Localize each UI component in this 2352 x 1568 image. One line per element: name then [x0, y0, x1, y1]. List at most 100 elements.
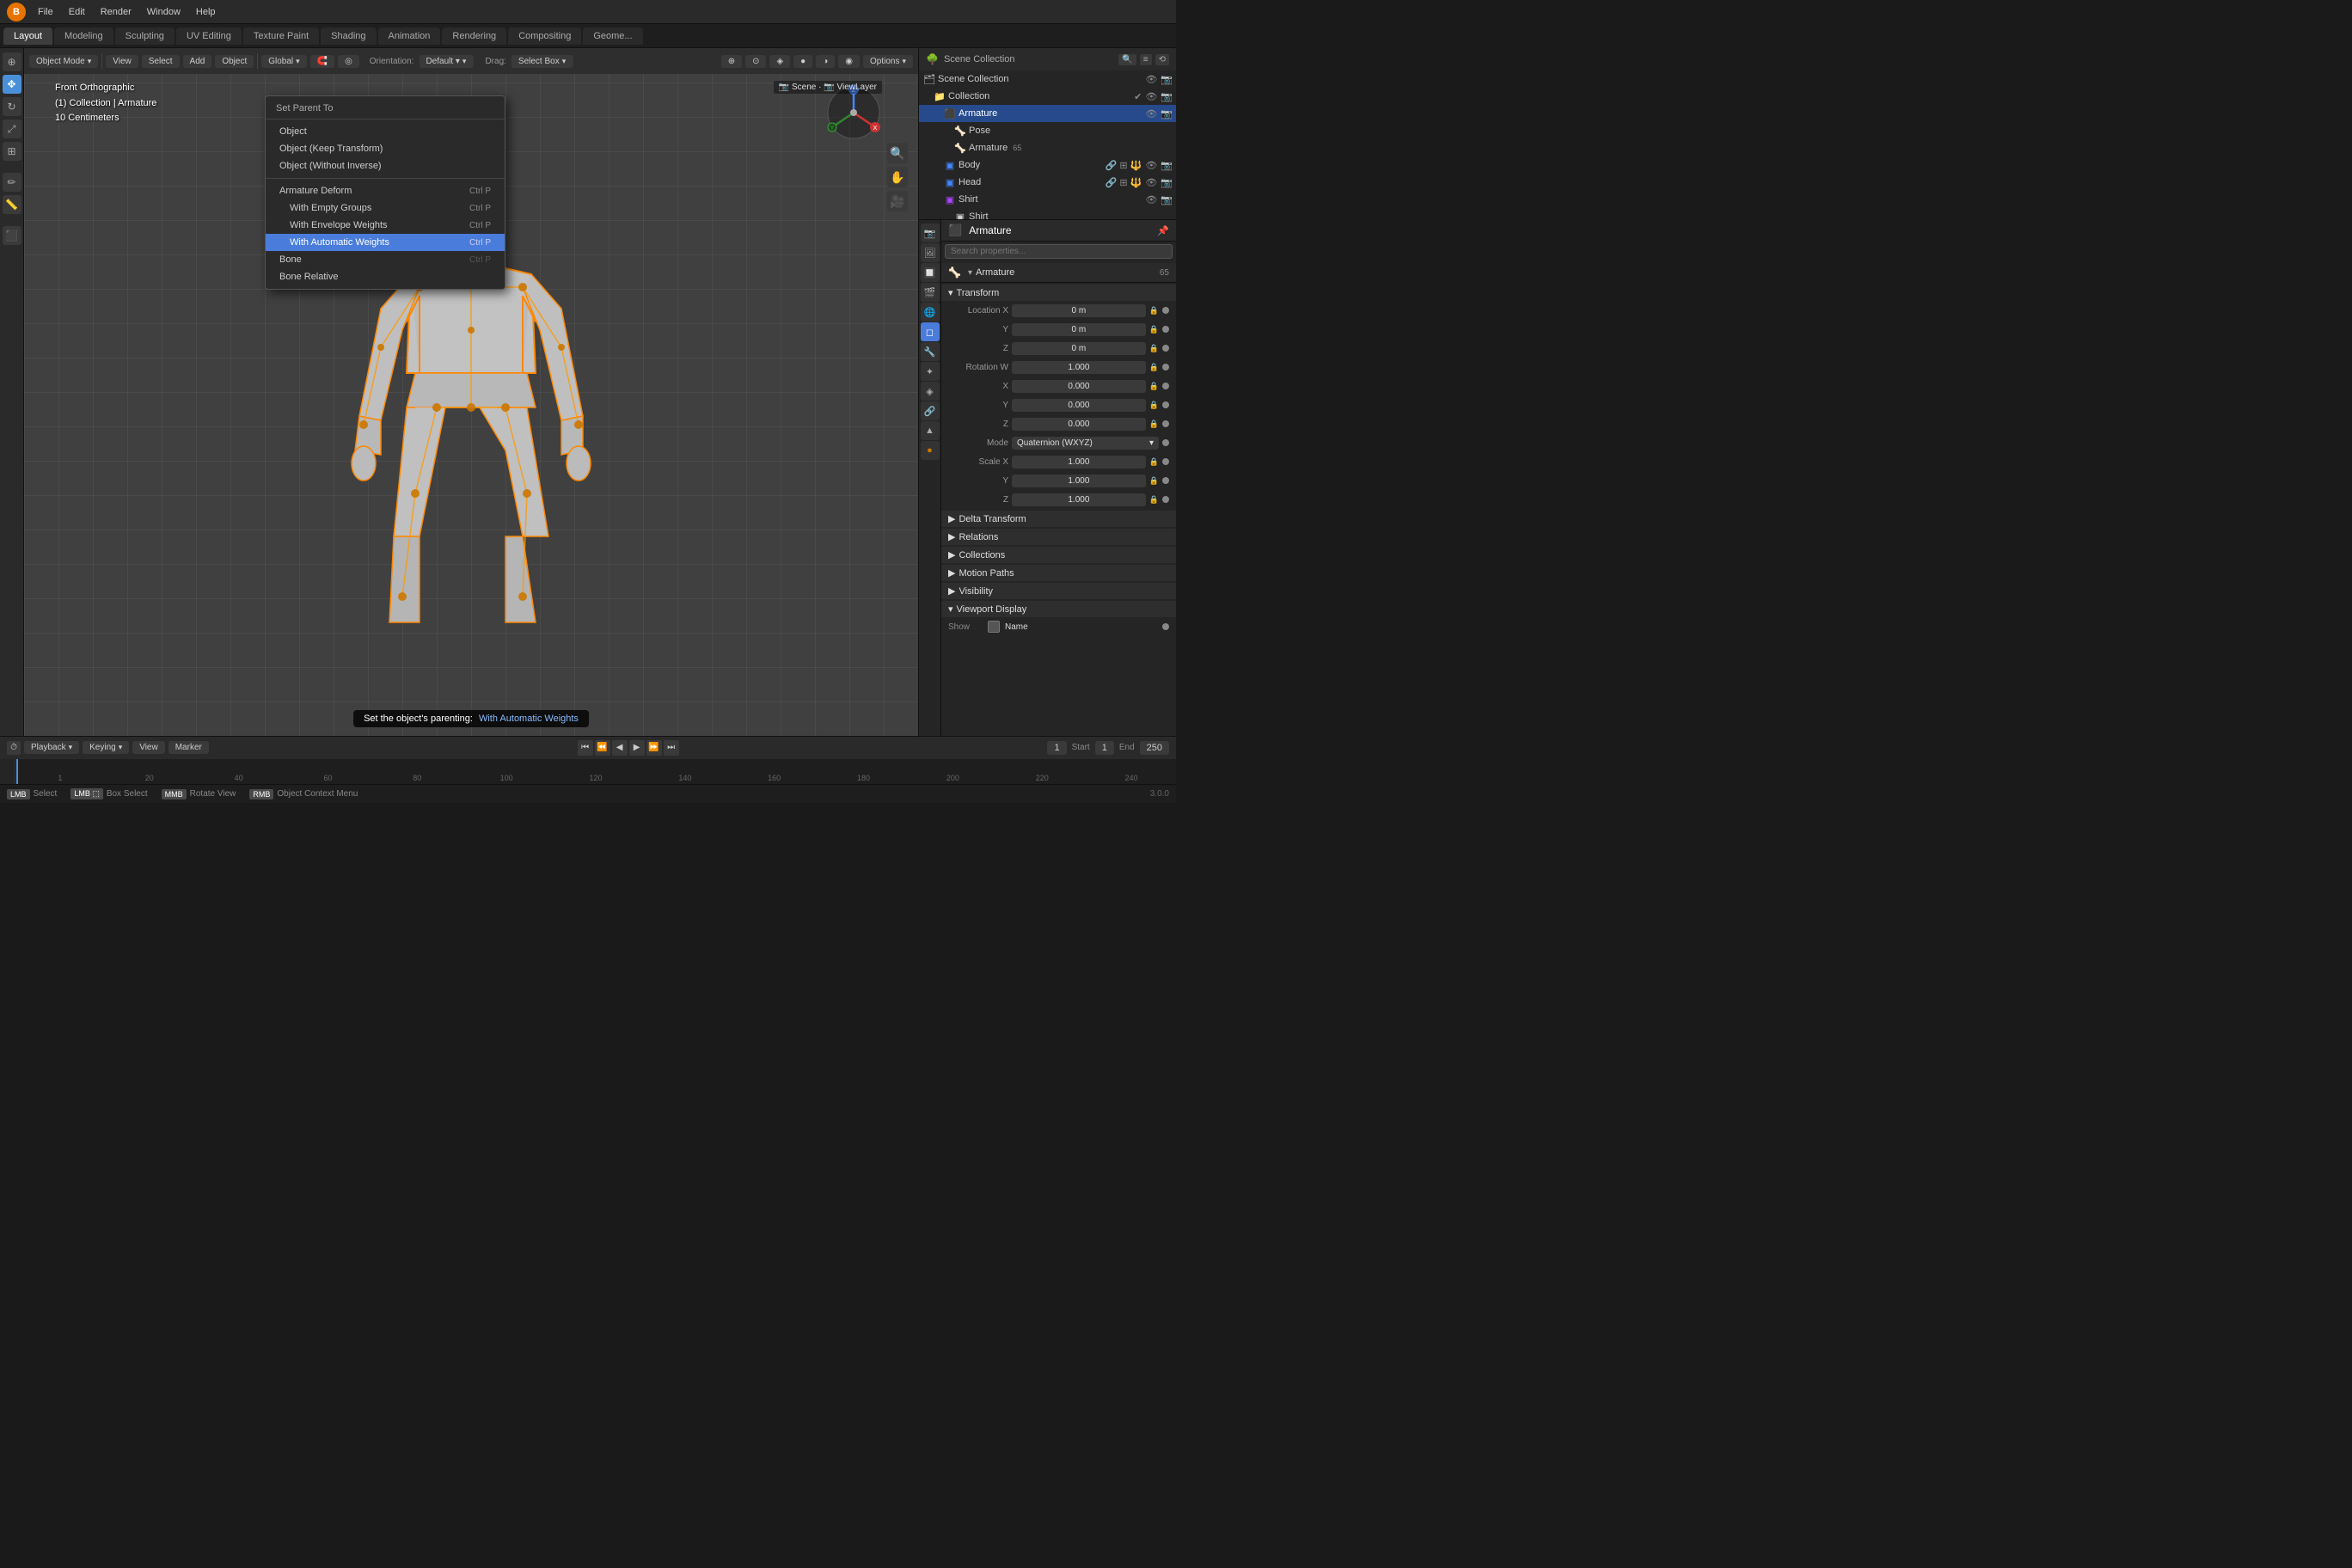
lock-x-icon[interactable]: 🔒 — [1149, 306, 1159, 315]
move-tool[interactable]: ✥ — [3, 75, 21, 94]
menu-help[interactable]: Help — [189, 5, 223, 19]
play-btn[interactable]: ▶ — [629, 740, 645, 756]
world-props-tab[interactable]: 🌐 — [921, 303, 940, 322]
xray-toggle[interactable]: ◈ — [769, 55, 790, 68]
zoom-in-btn[interactable]: 🔍 — [887, 143, 908, 163]
outliner-item-shirt[interactable]: ▣ Shirt 👁 📷 — [919, 191, 1176, 208]
tab-shading[interactable]: Shading — [321, 28, 376, 45]
menu-window[interactable]: Window — [140, 5, 187, 19]
transform-tool[interactable]: ⊞ — [3, 142, 21, 161]
options-button[interactable]: Options — [863, 55, 913, 68]
measure-tool[interactable]: 📏 — [3, 195, 21, 214]
overlay-toggle[interactable]: ⊙ — [745, 55, 766, 68]
armature-camera-icon[interactable]: 📷 — [1161, 108, 1173, 119]
start-frame[interactable]: 1 — [1095, 741, 1114, 755]
rotation-w-value[interactable]: 1.000 — [1012, 361, 1146, 374]
rotate-tool[interactable]: ↻ — [3, 97, 21, 116]
select-menu[interactable]: Select — [142, 55, 180, 68]
orientation-dropdown[interactable]: Default ▾ — [419, 55, 473, 68]
properties-search-input[interactable] — [945, 244, 1173, 259]
drag-dropdown[interactable]: Select Box — [511, 55, 573, 68]
head-camera[interactable]: 📷 — [1161, 177, 1173, 188]
keying-menu[interactable]: Keying — [83, 741, 129, 754]
menu-item-bone[interactable]: Bone Ctrl P — [266, 251, 505, 268]
outliner-item-pose[interactable]: 🦴 Pose — [919, 122, 1176, 139]
constraints-tab[interactable]: 🔗 — [921, 401, 940, 420]
lock-rw-icon[interactable]: 🔒 — [1149, 363, 1159, 372]
scale-tool[interactable]: ⤢ — [3, 119, 21, 138]
tab-modeling[interactable]: Modeling — [54, 28, 113, 45]
relations-header[interactable]: ▶ Relations — [941, 529, 1176, 545]
tab-layout[interactable]: Layout — [3, 28, 52, 45]
next-frame-btn[interactable]: ⏩ — [646, 740, 662, 756]
viewport[interactable]: Object Mode View Select Add Object Globa… — [24, 48, 918, 736]
lock-y-icon[interactable]: 🔒 — [1149, 325, 1159, 334]
collection-visibility-icon[interactable]: ✔ — [1134, 91, 1142, 102]
menu-item-bone-relative[interactable]: Bone Relative — [266, 268, 505, 285]
collection-render-icon[interactable]: 👁 — [1145, 91, 1157, 102]
camera-btn[interactable]: 🎥 — [887, 191, 908, 211]
shading-material[interactable]: ◑ — [816, 55, 835, 68]
menu-item-object[interactable]: Object — [266, 123, 505, 140]
snap-toggle[interactable]: 🧲 — [310, 55, 334, 68]
scene-props-tab[interactable]: 🎬 — [921, 283, 940, 302]
tab-texture-paint[interactable]: Texture Paint — [243, 28, 319, 45]
tab-animation[interactable]: Animation — [378, 28, 441, 45]
head-visibility[interactable]: 👁 — [1145, 177, 1157, 188]
outliner-item-armature[interactable]: ⬛ Armature 👁 📷 — [919, 105, 1176, 122]
lock-z-icon[interactable]: 🔒 — [1149, 344, 1159, 353]
object-mode-dropdown[interactable]: Object Mode — [29, 55, 98, 68]
transform-header[interactable]: ▾ Transform — [941, 285, 1176, 301]
outliner-sync[interactable]: ⟲ — [1155, 54, 1169, 65]
view-layer-tab[interactable]: 🔲 — [921, 263, 940, 282]
lock-sz-icon[interactable]: 🔒 — [1149, 495, 1159, 505]
view-menu[interactable]: View — [106, 55, 138, 68]
tab-uv-editing[interactable]: UV Editing — [176, 28, 242, 45]
menu-file[interactable]: File — [31, 5, 60, 19]
current-frame[interactable]: 1 — [1047, 741, 1066, 755]
shading-rendered[interactable]: ◉ — [838, 55, 860, 68]
outliner-item-head[interactable]: ▣ Head 🔗 ⊞ 🔱 👁 📷 — [919, 174, 1176, 191]
data-tab[interactable]: ▲ — [921, 421, 940, 440]
object-menu[interactable]: Object — [215, 55, 254, 68]
location-x-value[interactable]: 0 m — [1012, 304, 1146, 317]
timeline-marker[interactable]: Marker — [168, 741, 209, 754]
blender-logo[interactable]: B — [7, 3, 26, 21]
menu-item-object-noinverse[interactable]: Object (Without Inverse) — [266, 157, 505, 175]
proportional-edit[interactable]: ◎ — [338, 55, 359, 68]
menu-item-auto-weights[interactable]: With Automatic Weights Ctrl P — [266, 234, 505, 251]
visibility-icon[interactable]: 👁 — [1145, 74, 1157, 85]
particles-tab[interactable]: ✦ — [921, 362, 940, 381]
menu-render[interactable]: Render — [94, 5, 138, 19]
timeline-header-icon[interactable]: ⏱ — [7, 741, 21, 755]
lock-sy-icon[interactable]: 🔒 — [1149, 476, 1159, 486]
timeline-view[interactable]: View — [132, 741, 165, 754]
lock-ry-icon[interactable]: 🔒 — [1149, 401, 1159, 410]
scale-y-value[interactable]: 1.000 — [1012, 475, 1146, 487]
outliner-item-shirt-mesh[interactable]: ▣ Shirt — [919, 208, 1176, 220]
lock-rz-icon[interactable]: 🔒 — [1149, 420, 1159, 429]
physics-tab[interactable]: ◈ — [921, 382, 940, 401]
menu-item-envelope-weights[interactable]: With Envelope Weights Ctrl P — [266, 217, 505, 234]
modifier-tab[interactable]: 🔧 — [921, 342, 940, 361]
location-z-value[interactable]: 0 m — [1012, 342, 1146, 355]
menu-edit[interactable]: Edit — [62, 5, 92, 19]
cursor-tool[interactable]: ⊕ — [3, 52, 21, 71]
location-y-value[interactable]: 0 m — [1012, 323, 1146, 336]
render-icon[interactable]: 📷 — [1161, 74, 1173, 85]
scale-z-value[interactable]: 1.000 — [1012, 493, 1146, 506]
lock-rx-icon[interactable]: 🔒 — [1149, 382, 1159, 391]
shirt-camera[interactable]: 📷 — [1161, 194, 1173, 205]
prev-frame-btn[interactable]: ⏪ — [595, 740, 610, 756]
pan-btn[interactable]: ✋ — [887, 167, 908, 187]
collection-camera-icon[interactable]: 📷 — [1161, 91, 1173, 102]
object-props-tab[interactable]: ◻ — [921, 322, 940, 341]
transform-orientation[interactable]: Global — [261, 55, 306, 68]
output-props-tab[interactable]: 🖼 — [921, 243, 940, 262]
outliner-view-filter[interactable]: ≡ — [1140, 54, 1152, 65]
menu-item-empty-groups[interactable]: With Empty Groups Ctrl P — [266, 199, 505, 217]
visibility-header[interactable]: ▶ Visibility — [941, 583, 1176, 599]
lock-sx-icon[interactable]: 🔒 — [1149, 457, 1159, 467]
annotate-tool[interactable]: ✏ — [3, 173, 21, 192]
rotation-z-value[interactable]: 0.000 — [1012, 418, 1146, 431]
